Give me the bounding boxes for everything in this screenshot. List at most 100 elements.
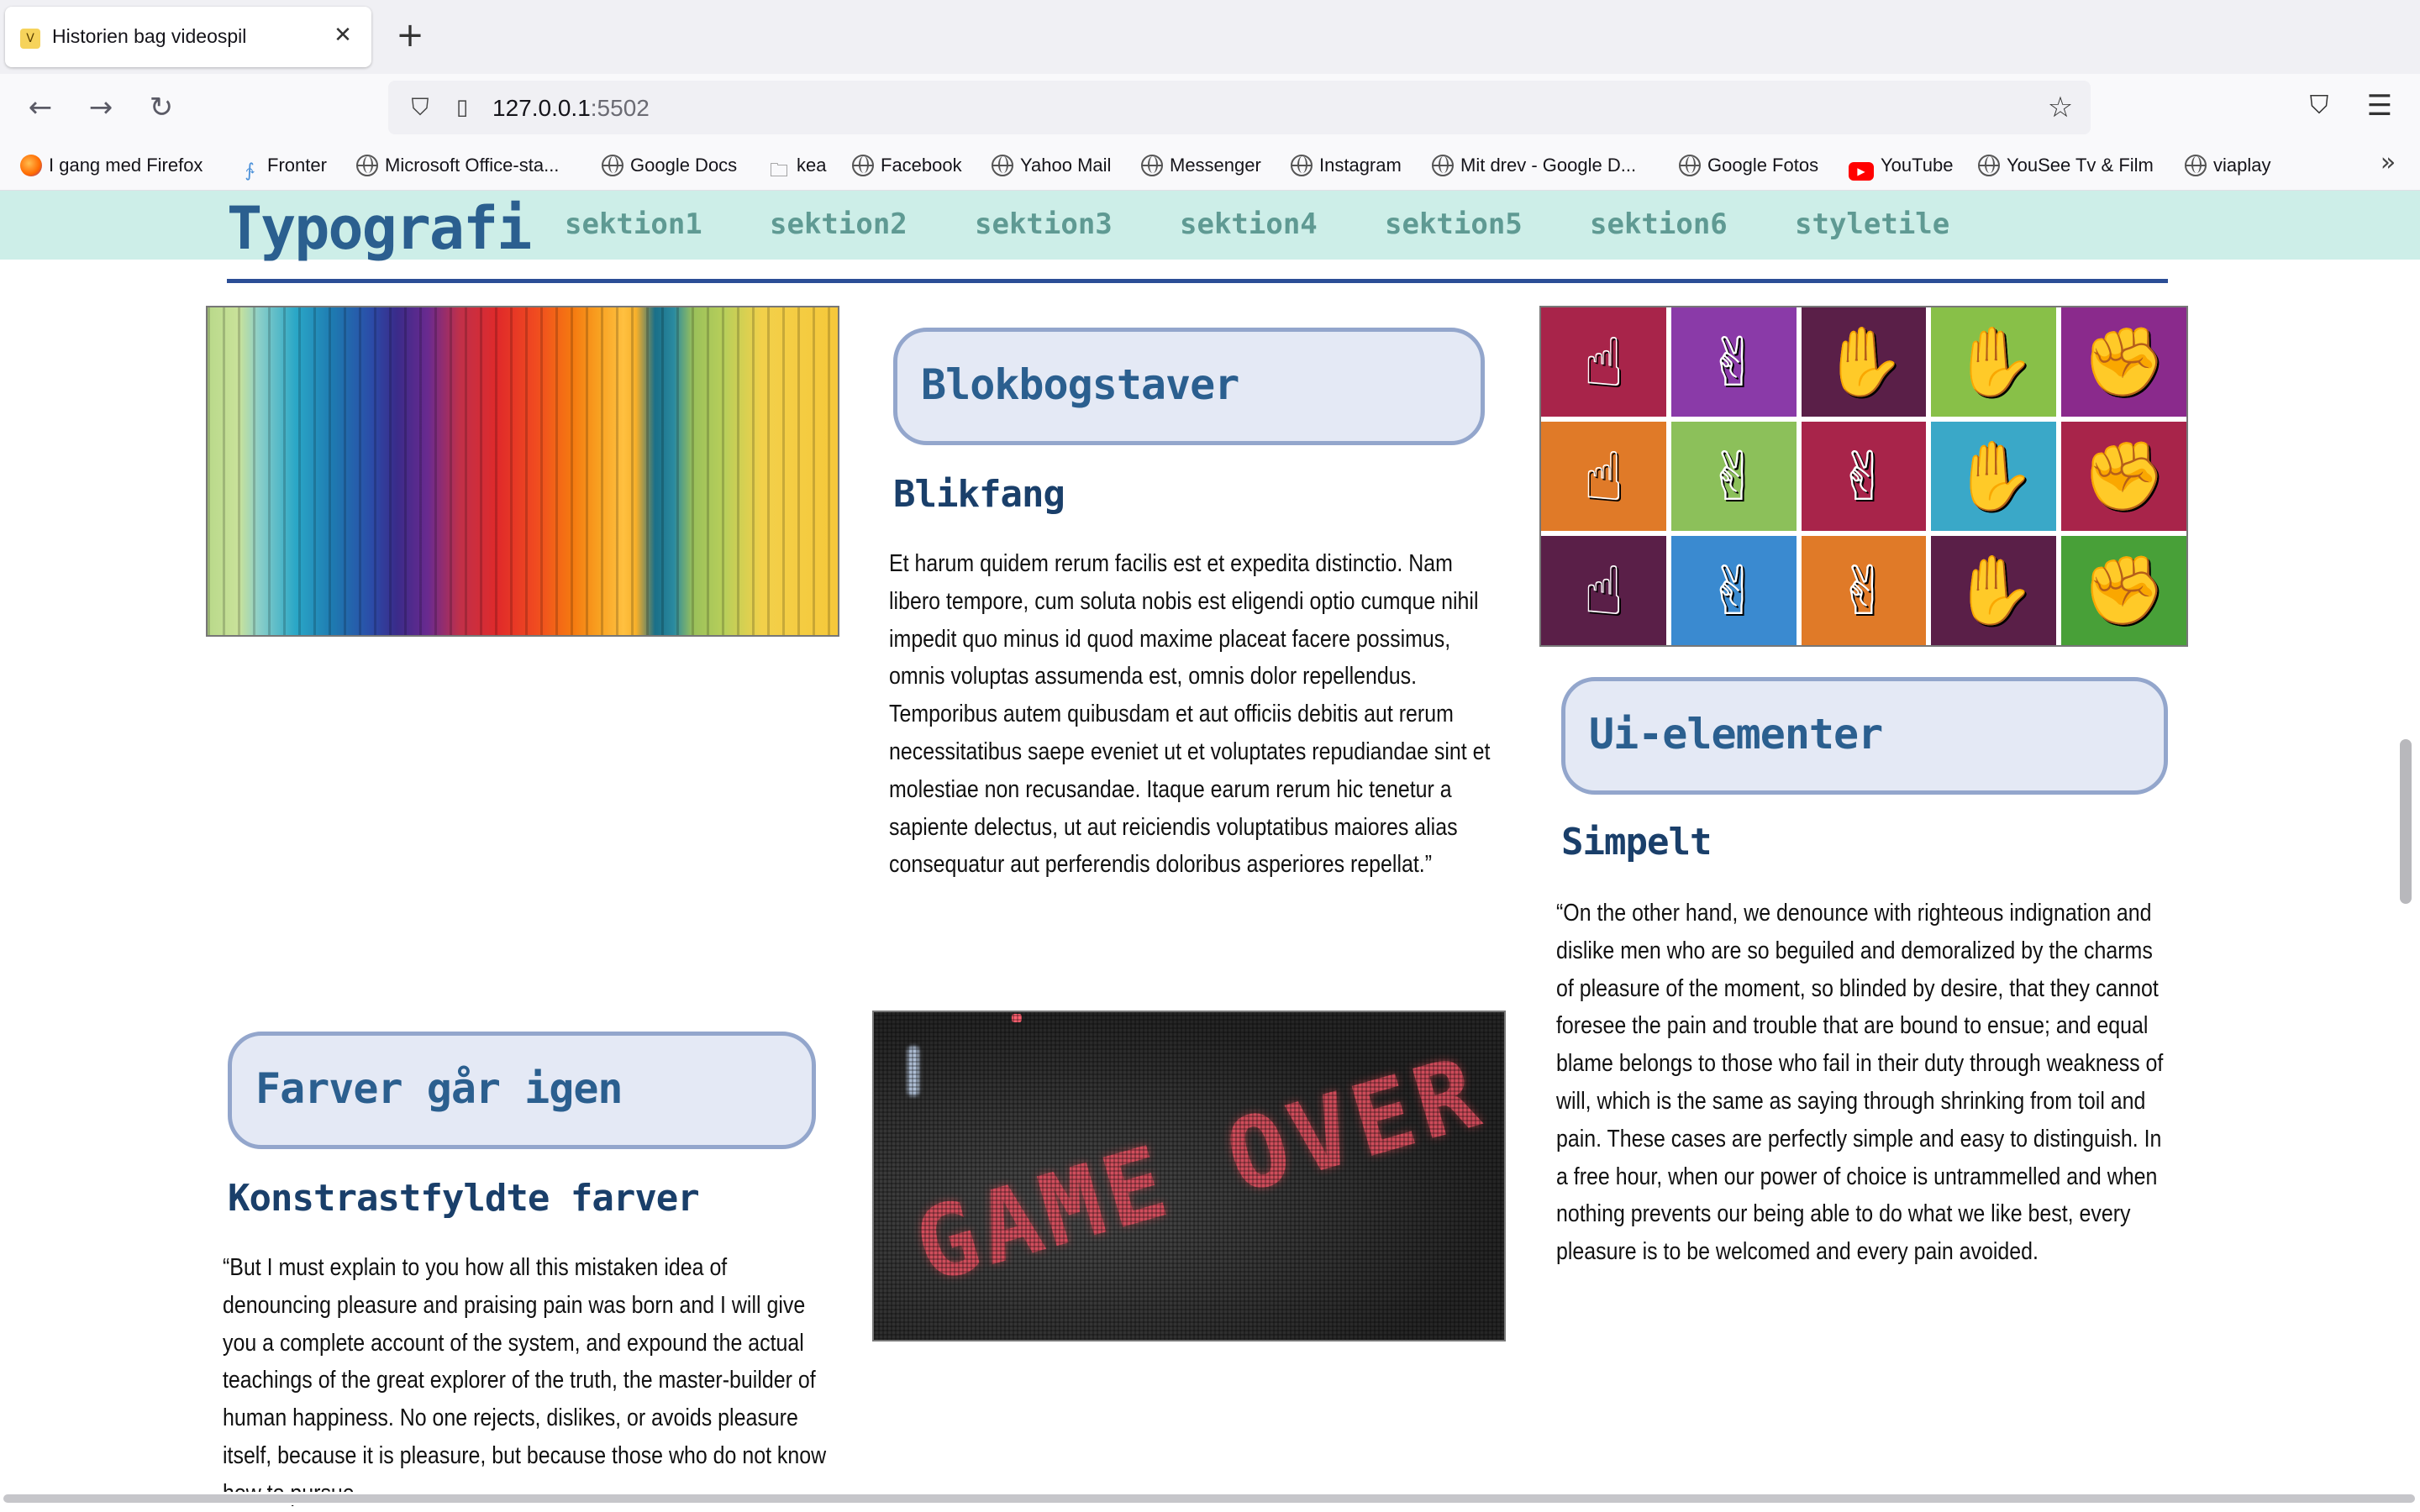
nav-link-sektion4[interactable]: sektion4: [1180, 207, 1318, 241]
nav-link-sektion2[interactable]: sektion2: [770, 207, 908, 241]
site-favicon-icon: V: [20, 29, 40, 49]
hand-grid-cell: ☝: [1541, 307, 1666, 417]
site-header: Typografi sektion1 sektion2 sektion3 sek…: [0, 191, 2420, 263]
colorful-stripes-image: [206, 306, 839, 637]
game-over-image: GAME OVER: [872, 1011, 1506, 1341]
hand-peace-icon: ✌: [1705, 551, 1762, 630]
hand-point-icon: ☝: [1583, 551, 1624, 630]
section-heading: Farver går igen: [255, 1064, 623, 1113]
hand-grid-cell: ✌: [1801, 536, 1927, 645]
globe-icon: [1978, 155, 2000, 176]
section-body-text: Et harum quidem rerum facilis est et exp…: [889, 550, 1491, 879]
globe-icon: [602, 155, 623, 176]
bookmark-item[interactable]: Mit drev - Google D...: [1432, 151, 1636, 180]
page-viewport: Typografi sektion1 sektion2 sektion3 sek…: [0, 191, 2420, 1512]
pocket-icon[interactable]: ⛉: [2301, 87, 2338, 124]
section-heading: Ui-elementer: [1589, 710, 1883, 759]
globe-icon: [2185, 155, 2207, 176]
bookmark-item[interactable]: ▶ YouTube: [1849, 151, 1953, 181]
fist-icon: ✊: [2081, 323, 2166, 401]
bookmark-item[interactable]: viaplay: [2185, 151, 2270, 180]
nav-link-styletile[interactable]: styletile: [1795, 207, 1949, 241]
navigation-toolbar: ← → ↻ ⛉ ▯ 127.0.0.1:5502 ☆: [0, 74, 2420, 141]
nav-link-sektion5[interactable]: sektion5: [1385, 207, 1523, 241]
hand-grid-cell: ☝: [1541, 536, 1666, 645]
horizontal-scrollbar[interactable]: [0, 1492, 2420, 1505]
hand-grid-cell: ✋: [1801, 307, 1927, 417]
tab-bar: V Historien bag videospil ✕ +: [0, 0, 2420, 74]
hand-grid-cell: ✊: [2061, 422, 2186, 531]
image-glare: [908, 1046, 919, 1096]
bookmark-item[interactable]: Facebook: [852, 151, 962, 180]
browser-tab[interactable]: V Historien bag videospil ✕: [5, 7, 371, 67]
header-divider: [227, 279, 2168, 283]
section-subheading: Blikfang: [893, 473, 1065, 516]
section-subheading: Konstrastfyldte farver: [228, 1177, 700, 1220]
hand-grid-cell: ✌: [1670, 307, 1797, 417]
hand-grid-cell: ✌: [1670, 422, 1797, 531]
bookmark-item[interactable]: Messenger: [1141, 151, 1261, 180]
nav-link-sektion1[interactable]: sektion1: [565, 207, 702, 241]
menu-icon[interactable]: ☰: [2361, 87, 2398, 124]
hand-point-icon: ☝: [1583, 437, 1624, 516]
bookmark-folder[interactable]: 🗀 kea: [768, 151, 827, 181]
new-tab-icon[interactable]: +: [390, 17, 430, 57]
reload-icon[interactable]: ↻: [141, 87, 182, 128]
section-body-text: “But I must explain to you how all this …: [223, 1254, 827, 1507]
hand-peace-icon: ✌: [1705, 437, 1762, 516]
hand-gestures-image: ☝ ✌ ✋ ✋ ✊ ☝ ✌ ✌ ✋ ✊ ☝ ✌ ✌ ✋ ✊: [1539, 306, 2188, 647]
hand-grid-cell: ✋: [1931, 536, 2057, 645]
fronter-icon: ∱: [245, 160, 255, 181]
scrollbar-thumb[interactable]: [3, 1494, 2415, 1503]
section-subheading: Simpelt: [1561, 821, 1712, 864]
bookmark-item[interactable]: YouSee Tv & Film: [1978, 151, 2154, 180]
nav-link-sektion3[interactable]: sektion3: [975, 207, 1113, 241]
bookmark-item[interactable]: ∱ Fronter: [239, 151, 327, 181]
globe-icon: [992, 155, 1013, 176]
url-text[interactable]: 127.0.0.1:5502: [492, 95, 650, 122]
section-body-text: “On the other hand, we denounce with rig…: [1556, 900, 2164, 1266]
close-tab-icon[interactable]: ✕: [328, 20, 358, 50]
hand-peace-icon: ✌: [1705, 323, 1762, 402]
hand-grid-cell: ☝: [1541, 422, 1666, 531]
nav-link-sektion6[interactable]: sektion6: [1590, 207, 1728, 241]
bookmark-star-icon[interactable]: ☆: [2044, 91, 2077, 124]
firefox-icon: [20, 155, 42, 176]
vertical-scrollbar[interactable]: [2400, 739, 2412, 904]
bookmarks-bar: I gang med Firefox ∱ Fronter Microsoft Of…: [0, 141, 2420, 191]
bookmark-item[interactable]: Google Fotos: [1679, 151, 1818, 180]
address-bar[interactable]: ⛉ ▯ 127.0.0.1:5502 ☆: [388, 81, 2091, 134]
hand-grid-cell: ✊: [2061, 307, 2186, 417]
bookmark-item[interactable]: Google Docs: [602, 151, 737, 180]
hand-open-icon: ✋: [1822, 323, 1906, 401]
game-over-text: GAME OVER: [902, 1033, 1495, 1305]
hand-open-icon: ✋: [1951, 323, 2036, 401]
globe-icon: [852, 155, 874, 176]
image-glare: [1012, 1014, 1022, 1022]
bookmark-item[interactable]: Microsoft Office-sta...: [356, 151, 559, 180]
hand-grid-cell: ✌: [1801, 422, 1927, 531]
shield-icon[interactable]: ⛉: [405, 92, 435, 123]
folder-icon: 🗀: [769, 160, 788, 181]
globe-icon: [1679, 155, 1701, 176]
section-heading-box: Farver går igen: [228, 1032, 816, 1149]
bookmark-item[interactable]: Yahoo Mail: [992, 151, 1111, 180]
hand-point-icon: ☝: [1583, 323, 1624, 402]
hand-four-icon: ✋: [1951, 437, 2036, 515]
hand-open-icon: ✋: [1951, 551, 2036, 629]
hand-grid-cell: ✊: [2061, 536, 2186, 645]
forward-icon[interactable]: →: [81, 87, 121, 128]
bookmark-item[interactable]: I gang med Firefox: [20, 151, 203, 180]
bookmark-item[interactable]: Instagram: [1291, 151, 1402, 180]
globe-icon: [1432, 155, 1454, 176]
globe-icon: [1141, 155, 1163, 176]
globe-icon: [356, 155, 378, 176]
hand-grid-cell: ✌: [1670, 536, 1797, 645]
tab-title: Historien bag videospil: [52, 25, 247, 47]
hand-rock-icon: ✌: [1835, 551, 1892, 630]
chevron-double-right-icon[interactable]: »: [2371, 146, 2405, 180]
back-icon[interactable]: ←: [20, 87, 60, 128]
page-icon[interactable]: ▯: [447, 92, 477, 123]
site-logo[interactable]: Typografi: [227, 194, 532, 263]
hand-grid-cell: ✋: [1931, 422, 2057, 531]
